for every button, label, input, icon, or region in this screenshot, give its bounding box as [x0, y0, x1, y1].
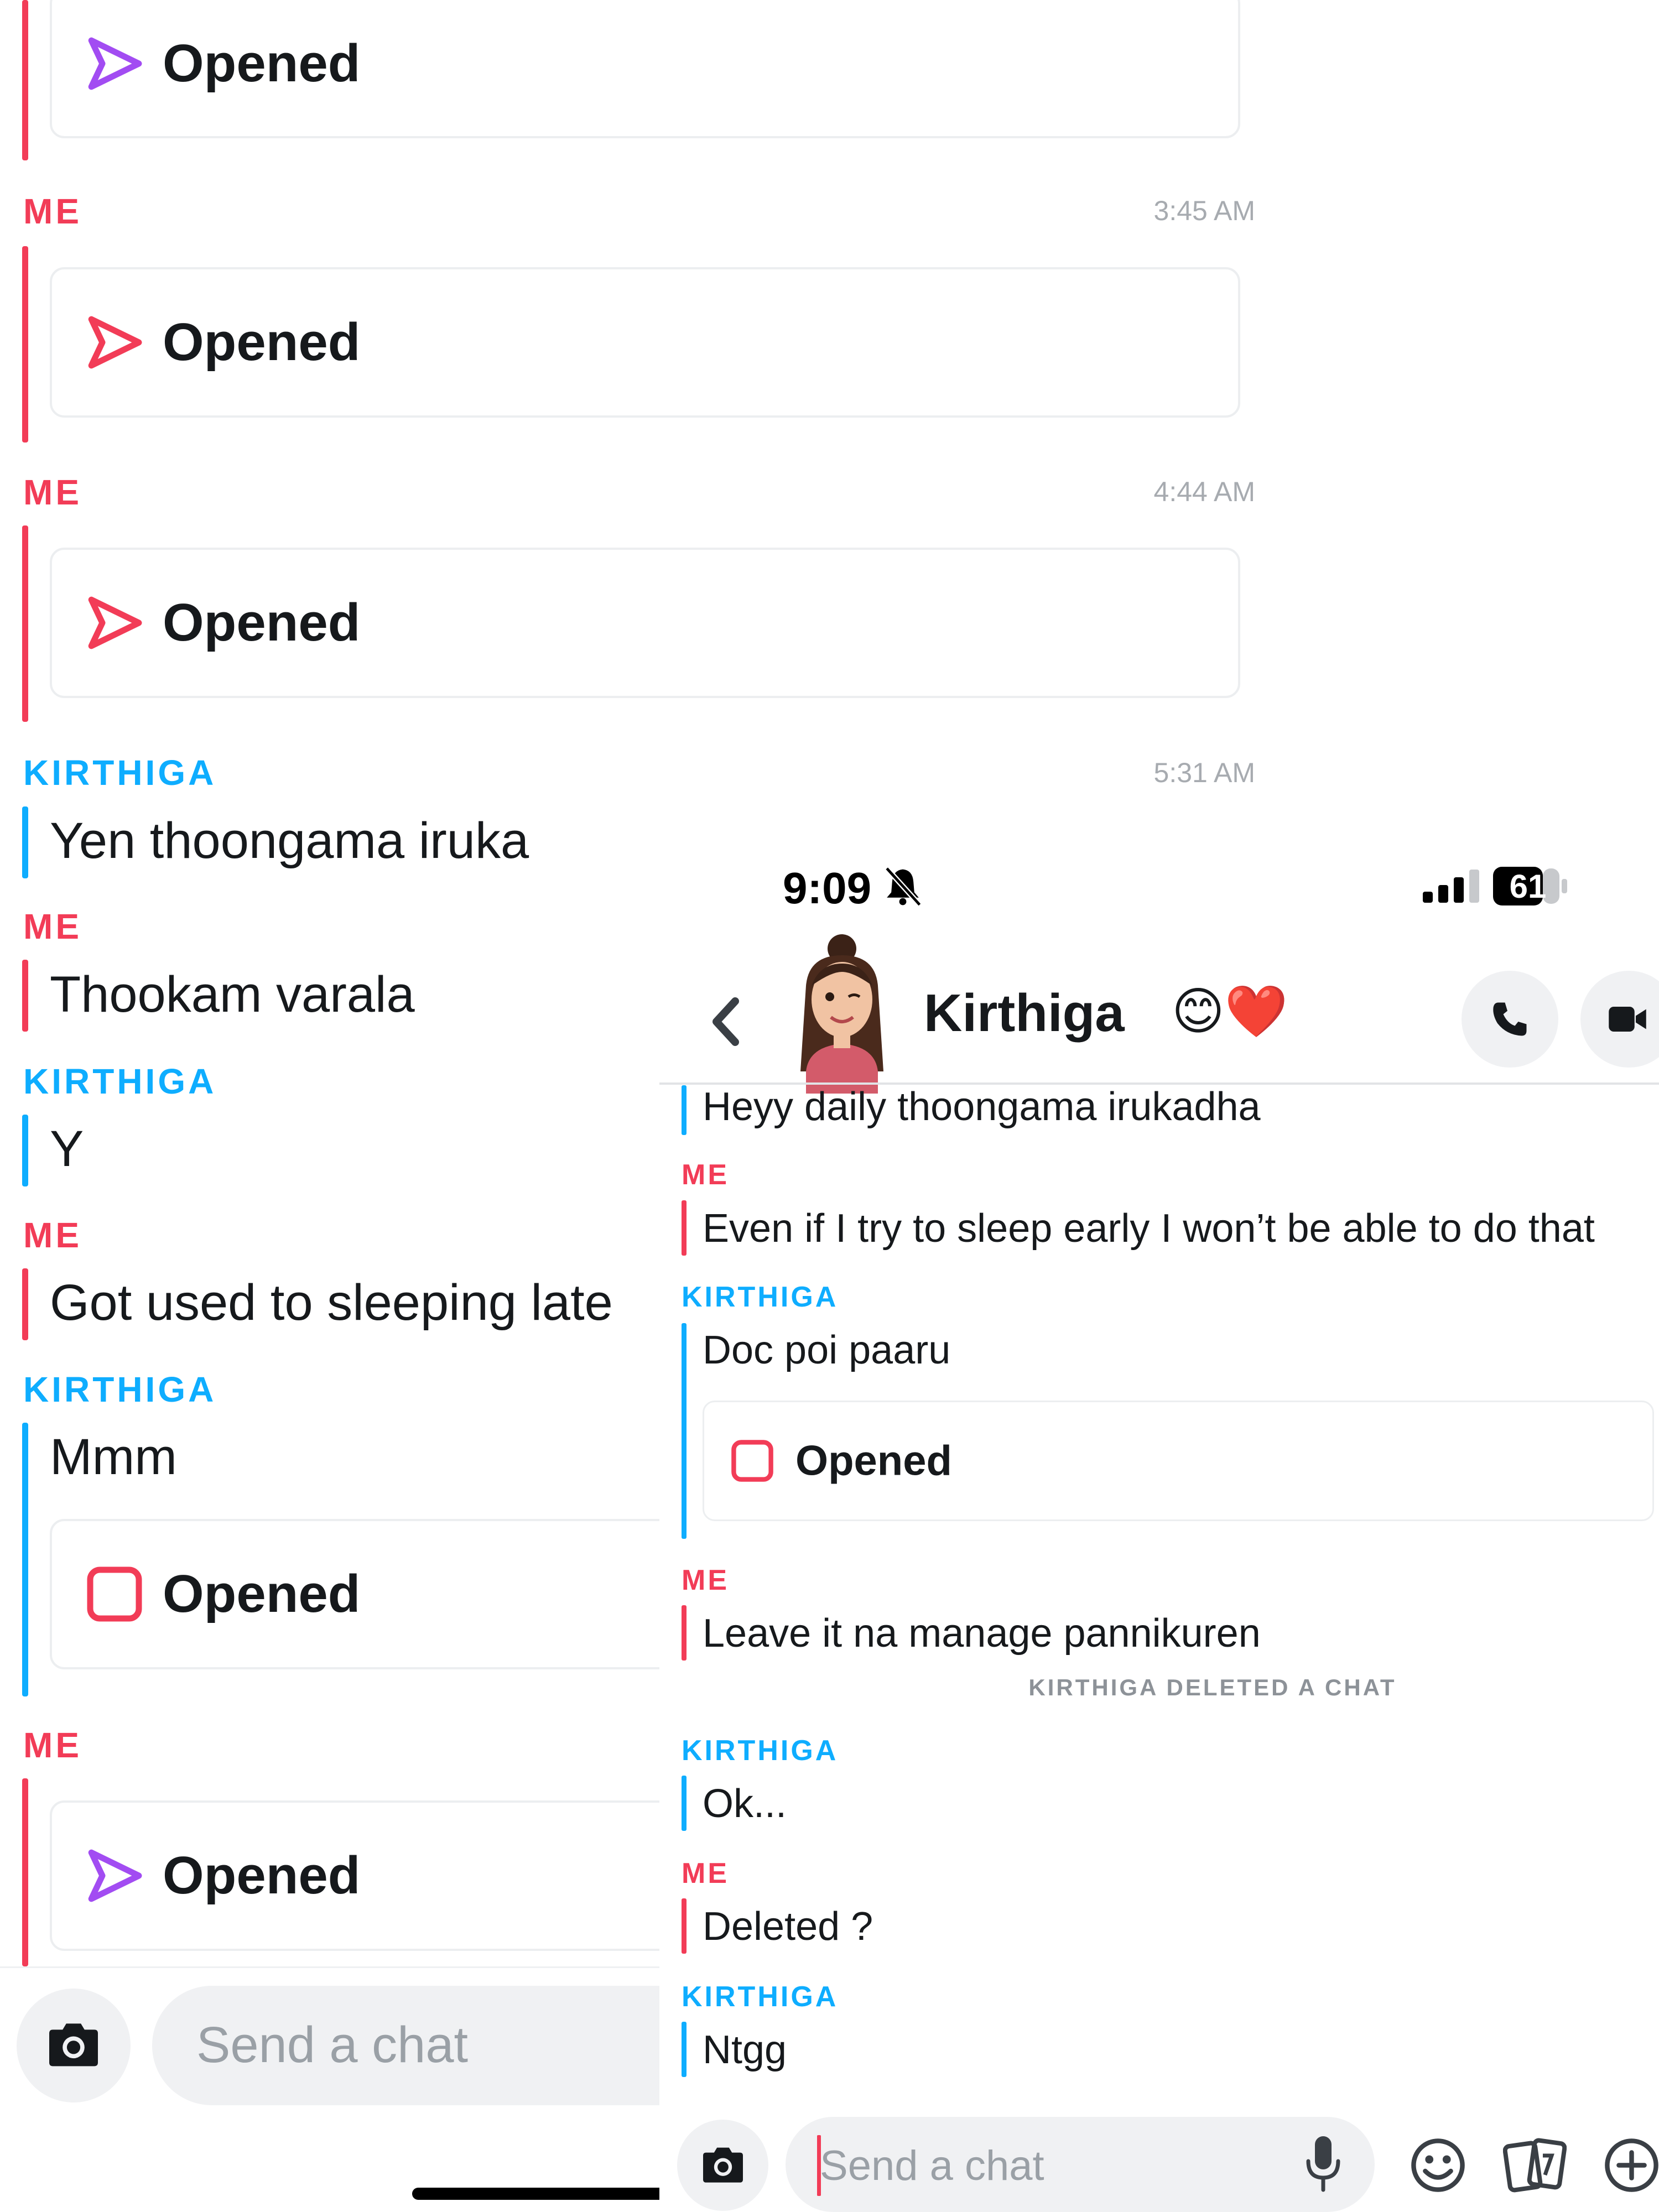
card-label: Opened — [163, 1846, 361, 1905]
opened-snap-card[interactable]: Opened — [50, 267, 1240, 418]
camera-button[interactable] — [677, 2120, 768, 2211]
sender-label: ME — [682, 1857, 729, 1890]
contact-name[interactable]: Kirthiga — [924, 983, 1125, 1044]
message-bar-her — [682, 1085, 687, 1135]
message-bar-me — [22, 525, 28, 722]
message-text: Y — [50, 1121, 84, 1177]
sender-label: KIRTHIGA — [682, 1981, 839, 2013]
chat-input-placeholder: Send a chat — [196, 2017, 469, 2073]
card-label: Opened — [163, 313, 361, 372]
sender-label: KIRTHIGA — [23, 753, 217, 793]
cards-icon[interactable] — [1503, 2136, 1567, 2194]
sender-label: KIRTHIGA — [682, 1735, 839, 1767]
back-chevron-icon[interactable] — [701, 991, 751, 1052]
card-label: Opened — [795, 1437, 952, 1485]
message-text: Thookam varala — [50, 966, 415, 1023]
video-call-button[interactable] — [1580, 971, 1659, 1068]
red-send-arrow-icon — [88, 596, 142, 649]
sender-label: ME — [23, 1215, 82, 1255]
message-bar-me — [22, 246, 28, 443]
phone-icon — [1493, 1002, 1527, 1036]
card-label: Opened — [163, 593, 361, 652]
microphone-icon[interactable] — [1304, 2133, 1343, 2194]
sender-label: ME — [23, 191, 82, 231]
sender-label: KIRTHIGA — [682, 1281, 839, 1313]
plus-icon[interactable] — [1603, 2136, 1659, 2194]
message-text: Heyy daily thoongama irukadha — [703, 1085, 1261, 1129]
message-bar-her — [22, 806, 28, 878]
opened-snap-card[interactable]: Opened — [50, 548, 1240, 698]
message-text: Doc poi paaru — [703, 1328, 951, 1372]
bitmoji-avatar[interactable] — [776, 933, 908, 1094]
red-square-snap-icon — [87, 1566, 142, 1622]
message-text: Even if I try to sleep early I won’t be … — [703, 1206, 1595, 1251]
message-text: Deleted ? — [703, 1904, 873, 1949]
cellular-signal-icon — [1423, 870, 1479, 903]
message-bar-her — [682, 2022, 687, 2077]
message-bar-me — [22, 1778, 28, 1966]
message-bar-me — [682, 1200, 687, 1256]
sender-label: ME — [23, 1725, 82, 1765]
purple-send-arrow-icon — [88, 37, 142, 90]
status-time: 9:09 — [783, 863, 872, 913]
sender-label: ME — [682, 1159, 729, 1191]
timestamp: 3:45 AM — [1153, 195, 1255, 226]
message-bar-me — [682, 1605, 687, 1661]
message-bar-me — [22, 1268, 28, 1340]
card-label: Opened — [163, 34, 361, 93]
sender-label: ME — [23, 472, 82, 512]
overlay-chat-screen: 9:09 61 Kirthiga 😊❤️ Heyy daily thoongam… — [659, 814, 1659, 2212]
camera-button[interactable] — [17, 1989, 131, 2102]
message-bar-her — [22, 1423, 28, 1696]
camera-icon — [49, 2023, 98, 2067]
timestamp: 5:31 AM — [1153, 757, 1255, 788]
message-text: Mmm — [50, 1429, 177, 1485]
message-bar-me — [22, 0, 28, 160]
timestamp: 4:44 AM — [1153, 476, 1255, 507]
video-camera-icon — [1609, 1007, 1646, 1032]
message-bar-her — [682, 1323, 687, 1539]
camera-icon — [703, 2147, 743, 2183]
red-send-arrow-icon — [88, 316, 142, 369]
smiley-sticker-icon[interactable] — [1409, 2136, 1467, 2194]
message-text: Yen thoongama iruka — [50, 813, 529, 869]
sender-label: KIRTHIGA — [23, 1061, 217, 1101]
home-indicator — [412, 2188, 689, 2200]
bell-muted-icon — [885, 866, 922, 907]
sender-label: KIRTHIGA — [23, 1370, 217, 1409]
opened-snap-card[interactable]: Opened — [50, 0, 1240, 138]
red-square-snap-icon — [731, 1440, 773, 1482]
message-text: Ok... — [703, 1782, 787, 1826]
opened-snap-card[interactable]: Opened — [703, 1401, 1654, 1521]
sender-label: ME — [682, 1564, 729, 1596]
purple-send-arrow-icon — [88, 1849, 142, 1902]
message-text: Ntgg — [703, 2028, 787, 2072]
message-bar-her — [682, 1776, 687, 1831]
call-button[interactable] — [1462, 971, 1558, 1068]
message-bar-her — [22, 1115, 28, 1186]
message-bar-me — [682, 1898, 687, 1954]
chat-input-placeholder: Send a chat — [820, 2142, 1044, 2189]
contact-name-emoji: 😊❤️ — [1172, 982, 1288, 1041]
deleted-chat-notice: KIRTHIGA DELETED A CHAT — [1028, 1674, 1397, 1700]
card-label: Opened — [163, 1564, 361, 1623]
battery-level: 61 — [1509, 868, 1547, 905]
message-text: Leave it na manage pannikuren — [703, 1611, 1261, 1656]
message-text: Got used to sleeping late — [50, 1274, 613, 1331]
sender-label: ME — [23, 907, 82, 946]
message-bar-me — [22, 960, 28, 1032]
